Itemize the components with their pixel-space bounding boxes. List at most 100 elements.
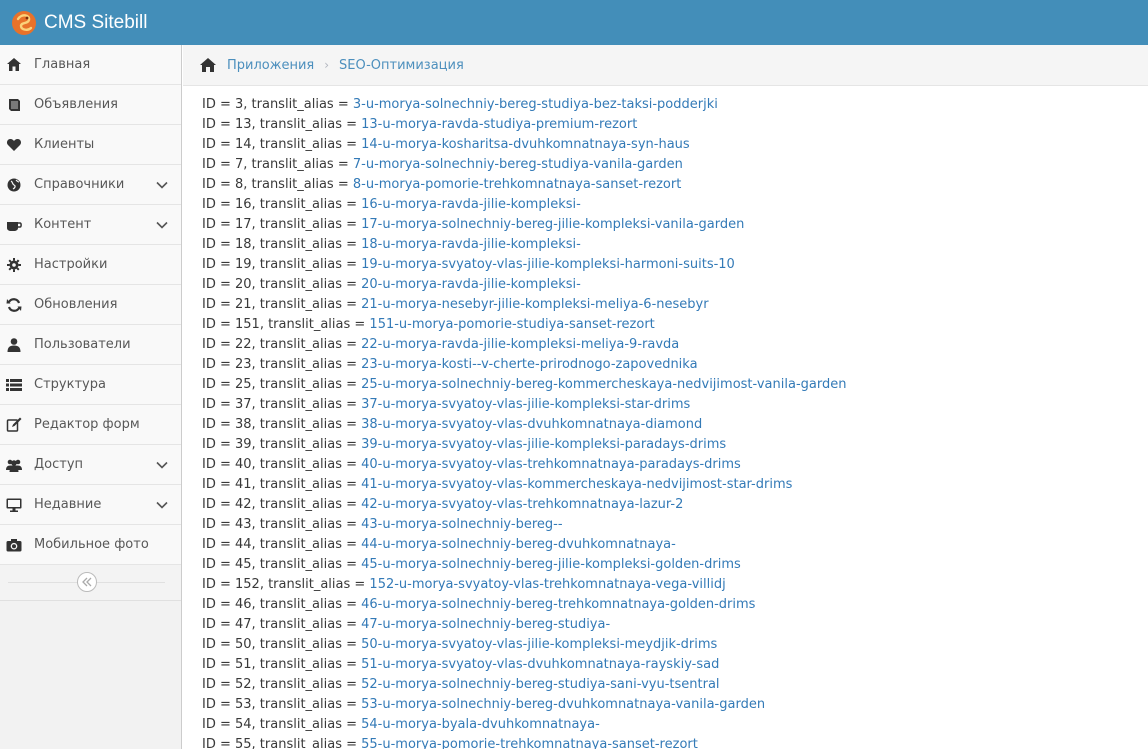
sidebar-item-list[interactable]: Структура xyxy=(0,365,181,405)
alias-link[interactable]: 25-u-morya-solnechniy-bereg-kommercheska… xyxy=(361,377,846,392)
list-icon xyxy=(6,377,22,393)
sidebar-item-edit[interactable]: Редактор форм xyxy=(0,405,181,445)
alias-link[interactable]: 46-u-morya-solnechniy-bereg-trehkomnatna… xyxy=(361,597,755,612)
alias-link[interactable]: 13-u-morya-ravda-studiya-premium-rezort xyxy=(361,117,637,132)
list-item: ID = 21, translit_alias = 21-u-morya-nes… xyxy=(202,295,1142,315)
alias-link[interactable]: 8-u-morya-pomorie-trehkomnatnaya-sanset-… xyxy=(353,177,681,192)
sidebar-item-label: Редактор форм xyxy=(34,417,140,432)
sidebar-item-label: Обновления xyxy=(34,297,118,312)
alias-link[interactable]: 45-u-morya-solnechniy-bereg-jilie-komple… xyxy=(361,557,741,572)
sidebar-item-camera[interactable]: Мобильное фото xyxy=(0,525,181,565)
alias-list: ID = 3, translit_alias = 3-u-morya-solne… xyxy=(202,95,1142,749)
alias-link[interactable]: 42-u-morya-svyatoy-vlas-trehkomnatnaya-l… xyxy=(361,497,683,512)
sidebar-item-users[interactable]: Доступ xyxy=(0,445,181,485)
list-item: ID = 55, translit_alias = 55-u-morya-pom… xyxy=(202,735,1142,749)
row-id-label: ID = 22, translit_alias = xyxy=(202,337,362,352)
alias-link[interactable]: 152-u-morya-svyatoy-vlas-trehkomnatnaya-… xyxy=(369,577,725,592)
sidebar-item-label: Структура xyxy=(34,377,106,392)
alias-link[interactable]: 47-u-morya-solnechniy-bereg-studiya- xyxy=(361,617,610,632)
list-item: ID = 51, translit_alias = 51-u-morya-svy… xyxy=(202,655,1142,675)
row-id-label: ID = 152, translit_alias = xyxy=(202,577,370,592)
row-id-label: ID = 16, translit_alias = xyxy=(202,197,362,212)
chevron-down-icon xyxy=(155,458,169,472)
alias-link[interactable]: 7-u-morya-solnechniy-bereg-studiya-vanil… xyxy=(353,157,683,172)
row-id-label: ID = 52, translit_alias = xyxy=(202,677,362,692)
sidebar-item-user[interactable]: Пользователи xyxy=(0,325,181,365)
camera-icon xyxy=(6,537,22,553)
list-item: ID = 25, translit_alias = 25-u-morya-sol… xyxy=(202,375,1142,395)
list-item: ID = 53, translit_alias = 53-u-morya-sol… xyxy=(202,695,1142,715)
alias-link[interactable]: 14-u-morya-kosharitsa-dvuhkomnatnaya-syn… xyxy=(361,137,690,152)
row-id-label: ID = 8, translit_alias = xyxy=(202,177,353,192)
list-item: ID = 151, translit_alias = 151-u-morya-p… xyxy=(202,315,1142,335)
chevron-down-icon xyxy=(155,178,169,192)
alias-link[interactable]: 54-u-morya-byala-dvuhkomnatnaya- xyxy=(361,717,600,732)
alias-link[interactable]: 39-u-morya-svyatoy-vlas-jilie-kompleksi-… xyxy=(361,437,726,452)
coffee-icon xyxy=(6,217,22,233)
alias-link[interactable]: 53-u-morya-solnechniy-bereg-dvuhkomnatna… xyxy=(361,697,765,712)
row-id-label: ID = 18, translit_alias = xyxy=(202,237,362,252)
alias-link[interactable]: 151-u-morya-pomorie-studiya-sanset-rezor… xyxy=(369,317,654,332)
chevron-down-icon xyxy=(155,498,169,512)
alias-link[interactable]: 22-u-morya-ravda-jilie-kompleksi-meliya-… xyxy=(361,337,679,352)
row-id-label: ID = 38, translit_alias = xyxy=(202,417,362,432)
list-item: ID = 13, translit_alias = 13-u-morya-rav… xyxy=(202,115,1142,135)
sidebar-item-gear[interactable]: Настройки xyxy=(0,245,181,285)
alias-link[interactable]: 55-u-morya-pomorie-trehkomnatnaya-sanset… xyxy=(361,737,698,749)
row-id-label: ID = 23, translit_alias = xyxy=(202,357,362,372)
row-id-label: ID = 17, translit_alias = xyxy=(202,217,362,232)
sidebar-item-heart[interactable]: Клиенты xyxy=(0,125,181,165)
alias-link[interactable]: 50-u-morya-svyatoy-vlas-jilie-kompleksi-… xyxy=(361,637,717,652)
breadcrumb-link-apps[interactable]: Приложения xyxy=(227,58,314,73)
users-icon xyxy=(6,457,22,473)
home-icon[interactable] xyxy=(199,57,217,73)
home-icon xyxy=(6,57,22,73)
sidebar-item-label: Клиенты xyxy=(34,137,95,152)
breadcrumb-separator-icon: › xyxy=(324,58,330,72)
alias-link[interactable]: 16-u-morya-ravda-jilie-kompleksi- xyxy=(361,197,581,212)
alias-link[interactable]: 21-u-morya-nesebyr-jilie-kompleksi-meliy… xyxy=(361,297,708,312)
sidebar: Главная Объявления Клиенты Справочники Конте… xyxy=(0,45,182,749)
sidebar-item-globe[interactable]: Справочники xyxy=(0,165,181,205)
alias-link[interactable]: 17-u-morya-solnechniy-bereg-jilie-komple… xyxy=(361,217,744,232)
list-item: ID = 22, translit_alias = 22-u-morya-rav… xyxy=(202,335,1142,355)
breadcrumb-link-seo[interactable]: SEO-Оптимизация xyxy=(339,58,464,73)
sidebar-item-coffee[interactable]: Контент xyxy=(0,205,181,245)
list-item: ID = 41, translit_alias = 41-u-morya-svy… xyxy=(202,475,1142,495)
desktop-icon xyxy=(6,497,22,513)
breadcrumb: Приложения › SEO-Оптимизация xyxy=(183,45,1148,86)
sidebar-item-label: Контент xyxy=(34,217,92,232)
row-id-label: ID = 37, translit_alias = xyxy=(202,397,362,412)
alias-link[interactable]: 43-u-morya-solnechniy-bereg-- xyxy=(361,517,562,532)
alias-link[interactable]: 37-u-morya-svyatoy-vlas-jilie-kompleksi-… xyxy=(361,397,690,412)
row-id-label: ID = 13, translit_alias = xyxy=(202,117,362,132)
alias-link[interactable]: 44-u-morya-solnechniy-bereg-dvuhkomnatna… xyxy=(361,537,676,552)
alias-link[interactable]: 19-u-morya-svyatoy-vlas-jilie-kompleksi-… xyxy=(361,257,735,272)
list-item: ID = 8, translit_alias = 8-u-morya-pomor… xyxy=(202,175,1142,195)
sidebar-item-home[interactable]: Главная xyxy=(0,45,181,85)
alias-link[interactable]: 51-u-morya-svyatoy-vlas-dvuhkomnatnaya-r… xyxy=(361,657,719,672)
alias-link[interactable]: 41-u-morya-svyatoy-vlas-kommercheskaya-n… xyxy=(361,477,792,492)
alias-link[interactable]: 38-u-morya-svyatoy-vlas-dvuhkomnatnaya-d… xyxy=(361,417,702,432)
sidebar-item-desktop[interactable]: Недавние xyxy=(0,485,181,525)
list-item: ID = 43, translit_alias = 43-u-morya-sol… xyxy=(202,515,1142,535)
list-item: ID = 37, translit_alias = 37-u-morya-svy… xyxy=(202,395,1142,415)
sidebar-item-book[interactable]: Объявления xyxy=(0,85,181,125)
list-item: ID = 45, translit_alias = 45-u-morya-sol… xyxy=(202,555,1142,575)
sidebar-item-label: Доступ xyxy=(34,457,84,472)
sidebar-collapse-button[interactable] xyxy=(77,572,97,592)
sidebar-item-label: Главная xyxy=(34,57,91,72)
row-id-label: ID = 151, translit_alias = xyxy=(202,317,370,332)
brand[interactable]: CMS Sitebill xyxy=(10,0,147,45)
sidebar-item-label: Пользователи xyxy=(34,337,131,352)
alias-link[interactable]: 40-u-morya-svyatoy-vlas-trehkomnatnaya-p… xyxy=(361,457,741,472)
edit-icon xyxy=(6,417,22,433)
sidebar-item-refresh[interactable]: Обновления xyxy=(0,285,181,325)
alias-link[interactable]: 18-u-morya-ravda-jilie-kompleksi- xyxy=(361,237,581,252)
alias-link[interactable]: 3-u-morya-solnechniy-bereg-studiya-bez-t… xyxy=(353,97,718,112)
sidebar-item-label: Настройки xyxy=(34,257,108,272)
alias-link[interactable]: 52-u-morya-solnechniy-bereg-studiya-sani… xyxy=(361,677,719,692)
alias-link[interactable]: 23-u-morya-kosti--v-cherte-prirodnogo-za… xyxy=(361,357,697,372)
alias-link[interactable]: 20-u-morya-ravda-jilie-kompleksi- xyxy=(361,277,581,292)
row-id-label: ID = 47, translit_alias = xyxy=(202,617,362,632)
